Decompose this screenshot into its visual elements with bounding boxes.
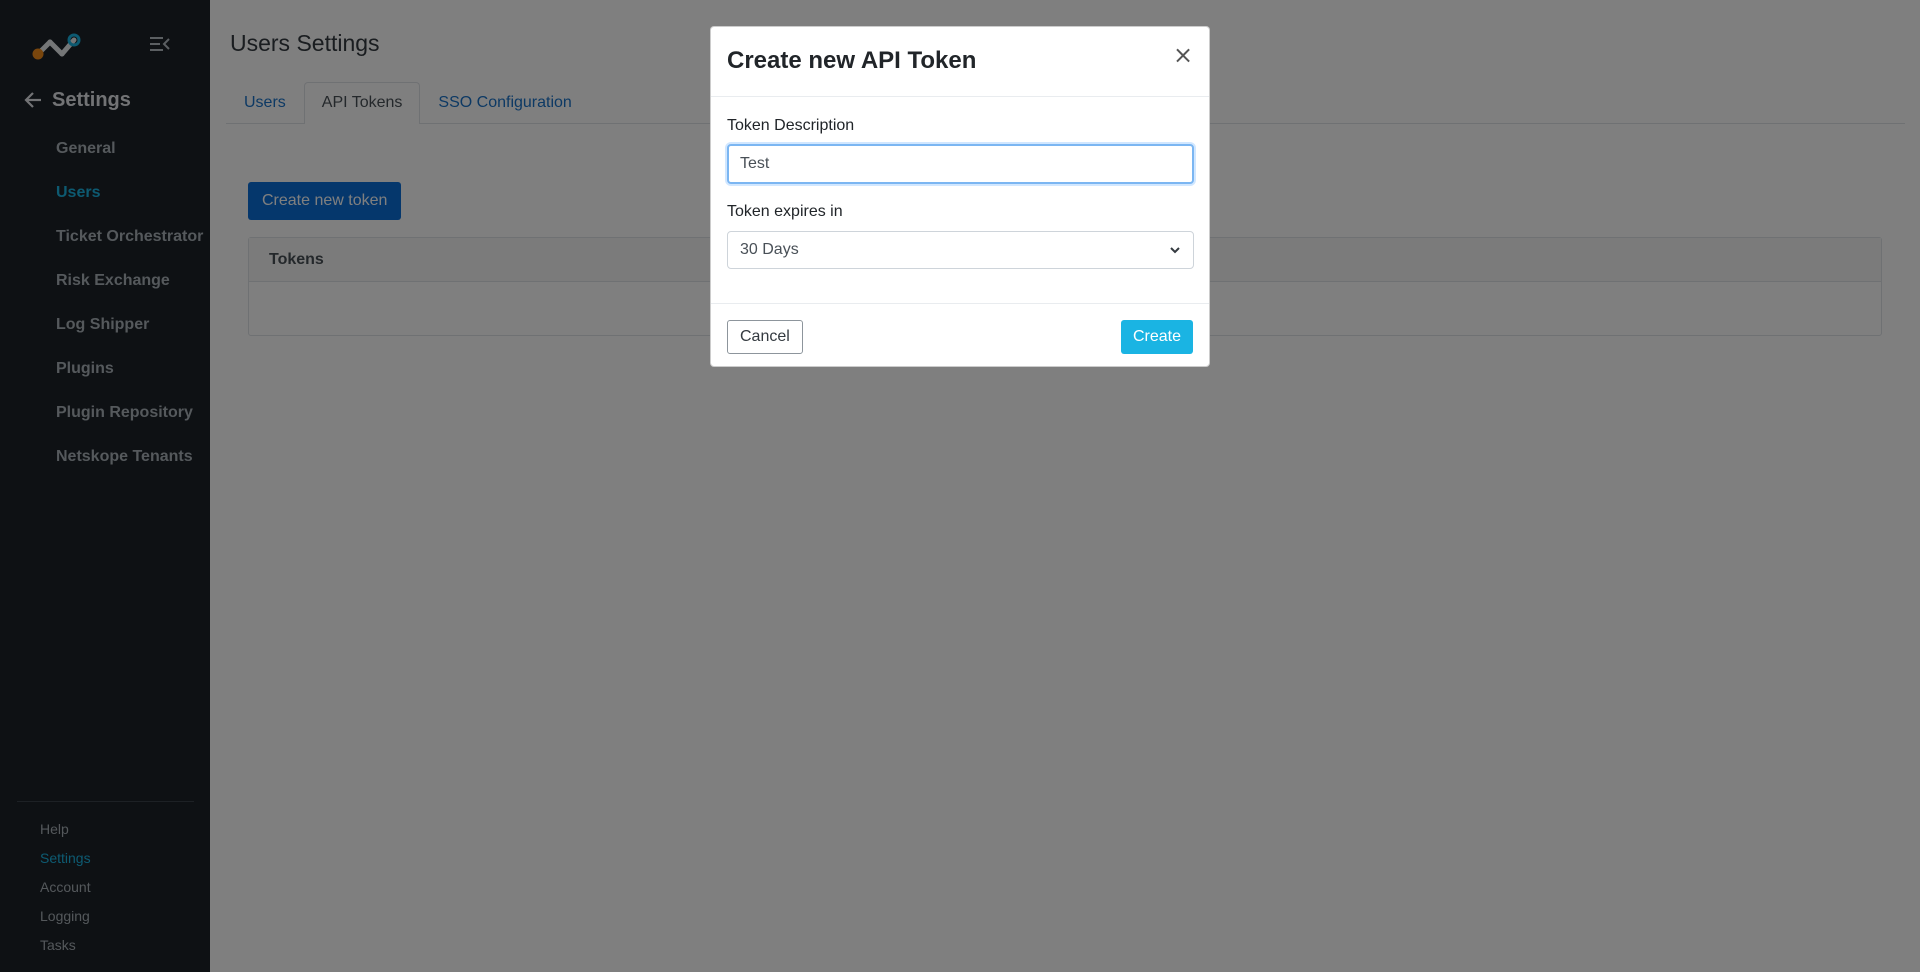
modal-header: Create new API Token × — [711, 27, 1209, 97]
token-expiry-select[interactable]: 30 Days — [727, 231, 1194, 269]
close-icon[interactable]: × — [1173, 43, 1193, 67]
modal-body: Token Description Token expires in 30 Da… — [711, 97, 1209, 304]
create-token-modal: Create new API Token × Token Description… — [710, 26, 1210, 367]
token-expiry-label: Token expires in — [727, 203, 843, 220]
modal-footer: Cancel Create — [711, 304, 1209, 368]
token-expiry-value: 30 Days — [740, 241, 799, 258]
token-description-label: Token Description — [727, 117, 855, 134]
token-description-input[interactable] — [727, 144, 1194, 184]
chevron-down-icon — [1170, 247, 1180, 254]
cancel-button[interactable]: Cancel — [727, 320, 803, 354]
modal-title: Create new API Token — [727, 47, 977, 74]
create-button[interactable]: Create — [1120, 320, 1193, 354]
